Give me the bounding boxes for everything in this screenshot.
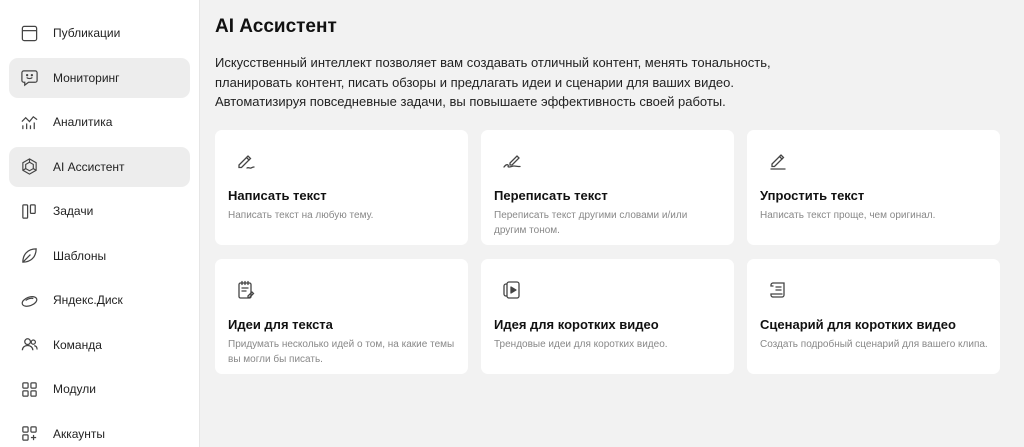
sidebar-item-accounts[interactable]: Аккаунты [9,414,190,447]
modules-icon [19,379,39,399]
kanban-icon [19,201,39,221]
rewrite-icon [501,150,523,172]
card-write-text[interactable]: Написать текст Написать текст на любую т… [215,129,468,245]
main-content: AI Ассистент Искусственный интеллект поз… [200,0,1024,447]
card-title: Идеи для текста [228,316,333,332]
card-short-video-idea[interactable]: Идея для коротких видео Трендовые идеи д… [481,258,734,374]
sidebar-item-publications[interactable]: Публикации [9,13,190,53]
sidebar-item-modules[interactable]: Модули [9,369,190,409]
team-icon [19,335,39,355]
leaf-icon [19,246,39,266]
card-title: Написать текст [228,187,327,203]
card-title: Идея для коротких видео [494,316,659,332]
card-subtitle: Написать текст проще, чем оригинал. [760,209,936,221]
ai-hexagon-icon [19,157,39,177]
page-title: AI Ассистент [215,16,337,37]
app: Публикации Мониторинг Аналитика AI Ассис… [0,0,1024,447]
card-subtitle: Трендовые идеи для коротких видео. [494,338,668,350]
sidebar-item-ai-assistant[interactable]: AI Ассистент [9,146,190,187]
sidebar-item-label: Публикации [53,26,121,40]
sidebar-item-label: Яндекс.Диск [53,293,123,307]
assistant-cards: Написать текст Написать текст на любую т… [215,129,1008,374]
sidebar-item-monitoring[interactable]: Мониторинг [9,57,190,98]
sidebar-item-team[interactable]: Команда [9,325,190,365]
sidebar-item-label: Мониторинг [53,70,120,85]
card-text-ideas[interactable]: Идеи для текста Придумать несколько идей… [215,258,468,374]
disk-icon [19,290,39,310]
sidebar-item-label: Модули [53,382,96,396]
card-subtitle: Создать подробный сценарий для вашего кл… [760,338,988,350]
sidebar: Публикации Мониторинг Аналитика AI Ассис… [0,0,200,447]
card-subtitle: Придумать несколько идей о том, на какие… [228,338,455,365]
description-line: Автоматизируя повседневные задачи, вы по… [215,94,726,109]
sidebar-item-label: Аккаунты [53,426,106,441]
sidebar-item-tasks[interactable]: Задачи [9,191,190,231]
card-title: Сценарий для коротких видео [760,316,956,332]
description-line: планировать контент, писать обзоры и пре… [215,74,734,90]
window-icon [19,23,39,43]
sidebar-item-analytics[interactable]: Аналитика [9,102,190,142]
sidebar-item-label: Шаблоны [53,248,107,263]
analytics-icon [19,112,39,132]
sidebar-item-label: Задачи [53,204,94,218]
description-line: Искусственный интеллект позволяет вам со… [215,55,771,70]
card-title: Упростить текст [760,187,865,203]
card-title: Переписать текст [494,187,608,203]
scroll-icon [767,279,789,301]
sidebar-item-label: Аналитика [53,115,113,129]
sidebar-item-yandex-disk[interactable]: Яндекс.Диск [9,280,190,320]
card-subtitle: Переписать текст другими словами и/или д… [494,209,688,236]
pencil-icon [767,150,789,172]
sidebar-item-label: AI Ассистент [53,159,125,174]
video-icon [501,279,523,301]
card-short-video-script[interactable]: Сценарий для коротких видео Создать подр… [747,258,1000,374]
sidebar-item-label: Команда [53,337,102,352]
accounts-icon [19,424,39,444]
sidebar-item-templates[interactable]: Шаблоны [9,236,190,276]
notepad-icon [235,279,257,301]
page-description: Искусственный интеллект позволяет вам со… [215,53,835,112]
chat-bubble-icon [19,68,39,88]
card-rewrite-text[interactable]: Переписать текст Переписать текст другим… [481,129,734,245]
pen-write-icon [235,150,257,172]
card-subtitle: Написать текст на любую тему. [228,209,374,221]
card-simplify-text[interactable]: Упростить текст Написать текст проще, че… [747,129,1000,245]
